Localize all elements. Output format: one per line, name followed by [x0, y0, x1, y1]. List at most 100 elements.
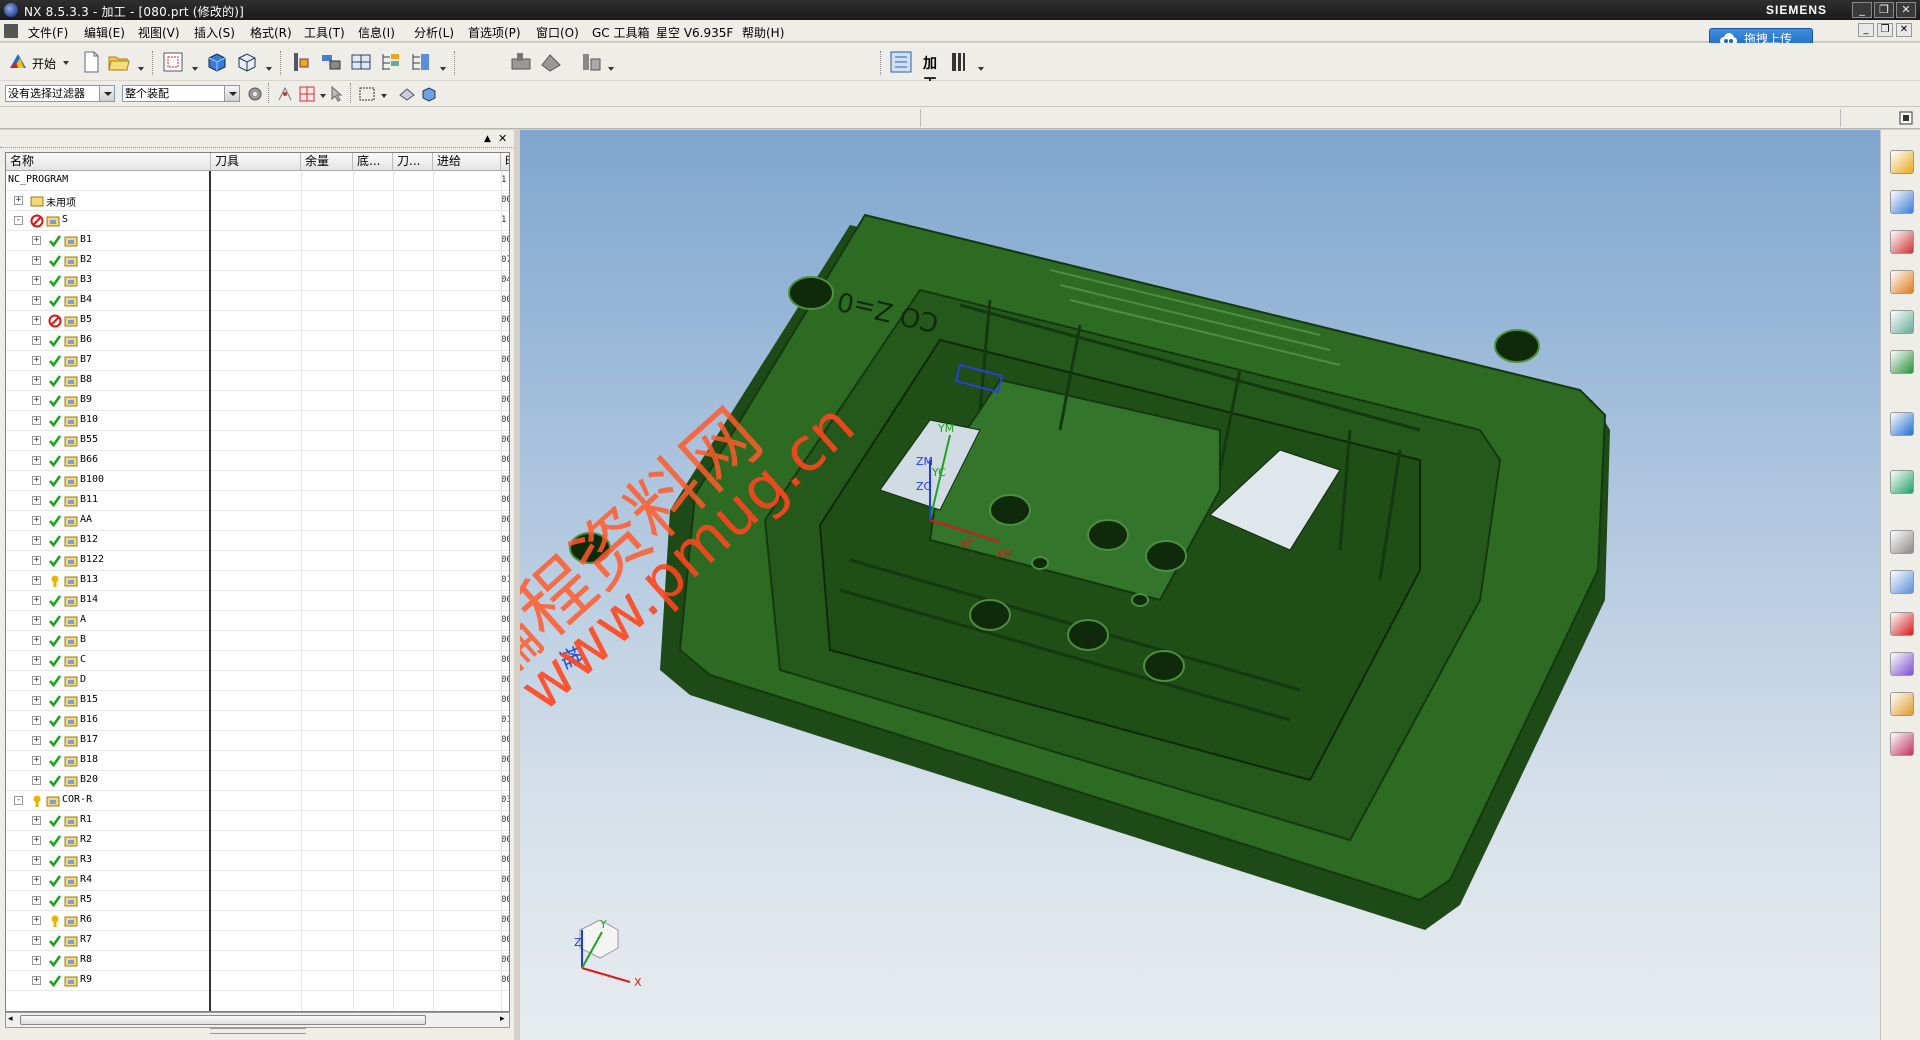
doc-restore-button[interactable]: ❐: [1877, 23, 1893, 37]
assembly-scope-dropdown[interactable]: 整个装配: [122, 85, 240, 102]
show-hide-icon[interactable]: [398, 85, 416, 103]
teamcenter-icon[interactable]: [1890, 692, 1914, 716]
expand-icon[interactable]: +: [32, 956, 41, 965]
expand-icon[interactable]: +: [32, 976, 41, 985]
create-program-icon[interactable]: [288, 49, 314, 75]
view-cube-icon[interactable]: [420, 85, 438, 103]
menu-item[interactable]: 视图(V): [138, 24, 180, 41]
snap-point-icon[interactable]: [276, 85, 294, 103]
chevron-down-icon[interactable]: [266, 67, 272, 71]
chevron-down-icon[interactable]: [320, 94, 326, 98]
shaded-view-icon[interactable]: [204, 49, 230, 75]
expand-icon[interactable]: +: [32, 376, 41, 385]
resize-handle[interactable]: [210, 1028, 306, 1034]
create-tool-icon[interactable]: [318, 49, 344, 75]
menu-item[interactable]: 插入(S): [194, 24, 235, 41]
rectangle-select-icon[interactable]: [358, 85, 376, 103]
wireframe-view-icon[interactable]: [234, 49, 260, 75]
expand-icon[interactable]: +: [32, 856, 41, 865]
menu-item[interactable]: 帮助(H): [742, 24, 784, 41]
mold-part-model[interactable]: CO Z=0 推 YM ZM YC ZC XC XM X Y Z: [520, 130, 1880, 1040]
expand-icon[interactable]: +: [32, 236, 41, 245]
menu-item[interactable]: 工具(T): [304, 24, 345, 41]
expand-icon[interactable]: +: [32, 636, 41, 645]
menu-item[interactable]: 分析(L): [414, 24, 454, 41]
menu-item[interactable]: 首选项(P): [468, 24, 521, 41]
history-icon[interactable]: [1890, 412, 1914, 436]
expand-icon[interactable]: +: [32, 676, 41, 685]
chevron-down-icon[interactable]: [978, 67, 984, 71]
restore-layout-icon[interactable]: [1898, 110, 1914, 126]
expand-icon[interactable]: +: [32, 296, 41, 305]
graphics-window[interactable]: CO Z=0 推 YM ZM YC ZC XC XM X Y Z 编程资料网 w…: [520, 130, 1880, 1040]
create-geometry-icon[interactable]: [348, 49, 374, 75]
expand-icon[interactable]: +: [32, 876, 41, 885]
scroll-right-icon[interactable]: ▸: [500, 1014, 505, 1024]
chevron-down-icon[interactable]: [138, 67, 144, 71]
menu-item[interactable]: 信息(I): [358, 24, 395, 41]
web-browser-icon[interactable]: [1890, 350, 1914, 374]
constraint-navigator-icon[interactable]: [1890, 190, 1914, 214]
menu-item[interactable]: 格式(R): [250, 24, 292, 41]
minimize-button[interactable]: _: [1852, 2, 1872, 18]
expand-icon[interactable]: +: [32, 516, 41, 525]
open-folder-icon[interactable]: [106, 49, 132, 75]
expand-icon[interactable]: +: [32, 836, 41, 845]
machining-button[interactable]: 加工: [918, 53, 942, 92]
column-header[interactable]: 底...: [353, 153, 393, 171]
fit-view-icon[interactable]: [160, 49, 186, 75]
expand-icon[interactable]: +: [32, 936, 41, 945]
horizontal-scrollbar[interactable]: ◂ ▸: [5, 1012, 510, 1028]
settings-gear-icon[interactable]: [246, 85, 264, 103]
expand-icon[interactable]: +: [32, 496, 41, 505]
column-divider[interactable]: [209, 171, 211, 1011]
expand-icon[interactable]: +: [32, 556, 41, 565]
process-studio-icon[interactable]: [1890, 530, 1914, 554]
close-navigator-icon[interactable]: ✕: [498, 132, 507, 145]
create-method-icon[interactable]: [378, 49, 404, 75]
expand-icon[interactable]: +: [32, 596, 41, 605]
program-order-view-icon[interactable]: [888, 49, 914, 75]
menu-item[interactable]: GC 工具箱: [592, 24, 650, 41]
postprocess-icon[interactable]: [578, 49, 604, 75]
maximize-button[interactable]: ❐: [1874, 2, 1894, 18]
palette-icon[interactable]: [1890, 732, 1914, 756]
scroll-left-icon[interactable]: ◂: [8, 1014, 13, 1024]
cursor-pick-icon[interactable]: [328, 85, 346, 103]
expand-icon[interactable]: +: [32, 736, 41, 745]
collapse-arrow-icon[interactable]: ▲: [484, 134, 491, 144]
menu-item[interactable]: 星空 V6.935F: [656, 24, 733, 41]
nx-app-icon[interactable]: [4, 3, 18, 17]
system-materials-icon[interactable]: [1890, 470, 1914, 494]
expand-icon[interactable]: +: [32, 336, 41, 345]
chevron-down-icon[interactable]: [608, 67, 614, 71]
create-operation-icon[interactable]: [408, 49, 434, 75]
expand-icon[interactable]: +: [32, 316, 41, 325]
expand-icon[interactable]: +: [32, 576, 41, 585]
machine-tool-view-icon[interactable]: [946, 49, 972, 75]
generate-toolpath-icon[interactable]: [508, 49, 534, 75]
expand-icon[interactable]: +: [32, 896, 41, 905]
reuse-library-icon[interactable]: [1890, 270, 1914, 294]
selection-filter-dropdown[interactable]: 没有选择过滤器: [5, 85, 115, 102]
expand-icon[interactable]: +: [32, 536, 41, 545]
doc-close-button[interactable]: ✕: [1896, 23, 1912, 37]
chevron-down-icon[interactable]: [192, 67, 198, 71]
expand-icon[interactable]: +: [32, 776, 41, 785]
expand-icon[interactable]: +: [32, 356, 41, 365]
expand-icon[interactable]: +: [32, 756, 41, 765]
new-file-icon[interactable]: [78, 49, 104, 75]
part-navigator-icon[interactable]: [1890, 230, 1914, 254]
close-button[interactable]: ✕: [1896, 2, 1916, 18]
expand-icon[interactable]: +: [32, 916, 41, 925]
column-header[interactable]: 刀具: [211, 153, 301, 171]
expand-icon[interactable]: +: [32, 396, 41, 405]
menu-item[interactable]: 编辑(E): [84, 24, 125, 41]
verify-toolpath-icon[interactable]: [538, 49, 564, 75]
expand-icon[interactable]: +: [32, 256, 41, 265]
expand-icon[interactable]: +: [32, 436, 41, 445]
expand-icon[interactable]: +: [32, 276, 41, 285]
column-header[interactable]: 刀...: [393, 153, 433, 171]
expand-icon[interactable]: +: [32, 616, 41, 625]
menu-item[interactable]: 文件(F): [28, 24, 68, 41]
